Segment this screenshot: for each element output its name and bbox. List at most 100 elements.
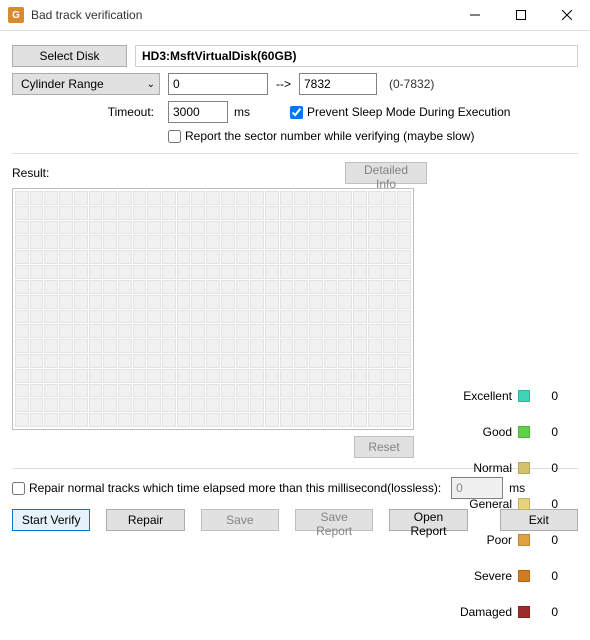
map-cell [250, 295, 264, 309]
map-cell [177, 339, 191, 353]
map-cell [206, 295, 220, 309]
map-cell [15, 235, 29, 249]
map-cell [338, 250, 352, 264]
map-cell [280, 250, 294, 264]
map-cell [383, 339, 397, 353]
save-report-button[interactable]: Save Report [295, 509, 373, 531]
map-cell [191, 310, 205, 324]
map-cell [397, 235, 411, 249]
report-sector-checkbox[interactable] [168, 130, 181, 143]
map-cell [30, 369, 44, 383]
map-cell [44, 398, 58, 412]
map-cell [103, 339, 117, 353]
map-cell [15, 265, 29, 279]
legend-name: Damaged [448, 605, 518, 619]
legend-swatch [518, 498, 530, 510]
map-cell [89, 369, 103, 383]
map-cell [191, 413, 205, 427]
map-cell [368, 339, 382, 353]
legend-value: 0 [544, 497, 558, 511]
reset-button[interactable]: Reset [354, 436, 414, 458]
map-cell [353, 221, 367, 235]
map-cell [59, 265, 73, 279]
map-cell [74, 191, 88, 205]
map-cell [103, 295, 117, 309]
legend-name: Excellent [448, 389, 518, 403]
map-cell [324, 354, 338, 368]
map-cell [265, 221, 279, 235]
save-button[interactable]: Save [201, 509, 279, 531]
map-cell [162, 280, 176, 294]
map-cell [89, 265, 103, 279]
map-cell [177, 354, 191, 368]
map-cell [309, 384, 323, 398]
map-cell [133, 384, 147, 398]
map-cell [74, 221, 88, 235]
map-cell [221, 221, 235, 235]
map-cell [294, 295, 308, 309]
map-cell [397, 280, 411, 294]
map-cell [30, 324, 44, 338]
map-cell [44, 324, 58, 338]
map-cell [397, 310, 411, 324]
map-cell [15, 310, 29, 324]
map-cell [89, 339, 103, 353]
map-cell [89, 354, 103, 368]
map-cell [59, 369, 73, 383]
map-cell [280, 280, 294, 294]
map-cell [15, 384, 29, 398]
map-cell [118, 310, 132, 324]
range-to-input[interactable] [299, 73, 377, 95]
map-cell [265, 191, 279, 205]
maximize-button[interactable] [498, 0, 544, 30]
map-cell [236, 265, 250, 279]
map-cell [30, 354, 44, 368]
map-cell [338, 295, 352, 309]
map-cell [89, 413, 103, 427]
map-cell [265, 384, 279, 398]
map-cell [353, 191, 367, 205]
map-cell [118, 265, 132, 279]
map-cell [147, 295, 161, 309]
map-cell [383, 265, 397, 279]
map-cell [15, 398, 29, 412]
timeout-input[interactable] [168, 101, 228, 123]
result-label: Result: [12, 166, 49, 180]
map-cell [338, 221, 352, 235]
map-cell [118, 280, 132, 294]
map-cell [324, 413, 338, 427]
range-mode-combo[interactable]: Cylinder Range ⌄ [12, 73, 160, 95]
map-cell [397, 206, 411, 220]
map-cell [221, 398, 235, 412]
map-cell [89, 235, 103, 249]
range-from-input[interactable] [168, 73, 268, 95]
detailed-info-button[interactable]: Detailed Info [345, 162, 427, 184]
map-cell [280, 324, 294, 338]
map-cell [221, 250, 235, 264]
repair-button[interactable]: Repair [106, 509, 184, 531]
map-cell [368, 354, 382, 368]
map-cell [15, 354, 29, 368]
window-title: Bad track verification [31, 8, 142, 22]
map-cell [324, 206, 338, 220]
legend-row: General0 [448, 496, 558, 512]
map-cell [383, 384, 397, 398]
map-cell [118, 191, 132, 205]
map-cell [236, 384, 250, 398]
select-disk-button[interactable]: Select Disk [12, 45, 127, 67]
start-verify-button[interactable]: Start Verify [12, 509, 90, 531]
map-cell [338, 369, 352, 383]
repair-threshold-checkbox[interactable] [12, 482, 25, 495]
map-cell [338, 339, 352, 353]
map-cell [309, 369, 323, 383]
minimize-button[interactable] [452, 0, 498, 30]
map-cell [294, 369, 308, 383]
map-cell [294, 398, 308, 412]
prevent-sleep-checkbox[interactable] [290, 106, 303, 119]
close-button[interactable] [544, 0, 590, 30]
legend-swatch [518, 426, 530, 438]
map-cell [133, 191, 147, 205]
map-cell [294, 206, 308, 220]
map-cell [147, 384, 161, 398]
map-cell [59, 339, 73, 353]
